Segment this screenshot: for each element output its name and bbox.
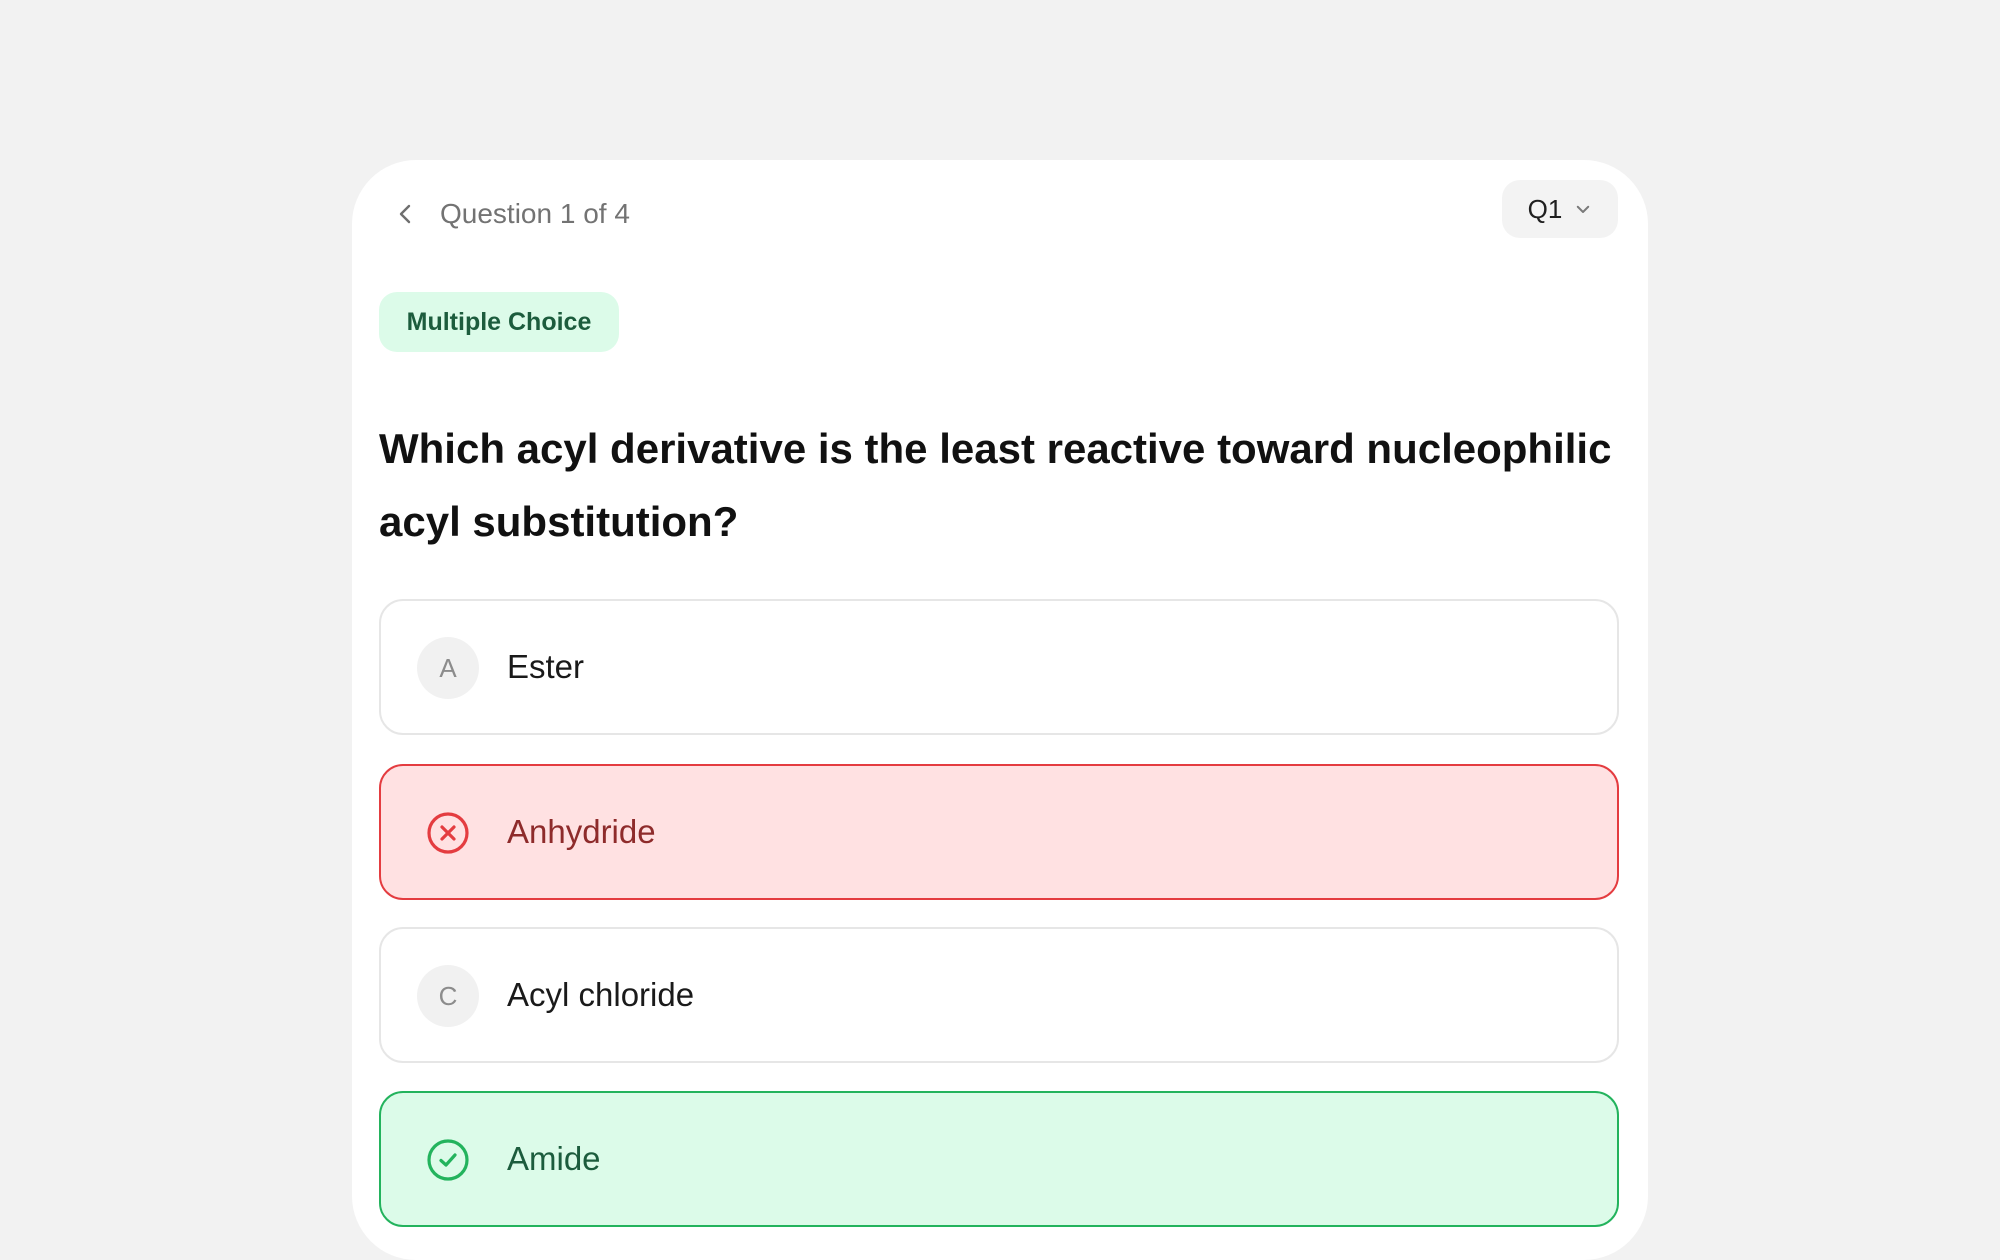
question-select-value: Q1: [1527, 193, 1563, 224]
option-d-correct[interactable]: Amide: [379, 1091, 1619, 1227]
x-circle-icon: [427, 812, 469, 854]
question-counter: Question 1 of 4: [440, 198, 630, 229]
option-label: Amide: [507, 1140, 601, 1177]
option-a[interactable]: A Ester: [379, 599, 1619, 735]
check-circle-icon: [427, 1139, 469, 1181]
option-label: Acyl chloride: [507, 976, 695, 1013]
option-letter-badge: A: [417, 637, 479, 699]
option-b-incorrect[interactable]: Anhydride: [379, 764, 1619, 900]
question-select-dropdown[interactable]: Q1: [1502, 180, 1618, 238]
back-button[interactable]: [380, 188, 432, 240]
option-label: Ester: [507, 648, 585, 685]
chevron-down-icon: [1577, 205, 1590, 213]
question-text: Which acyl derivative is the least react…: [379, 425, 1612, 545]
option-status-marker: [417, 802, 479, 864]
option-status-marker: [417, 1129, 479, 1191]
option-letter-badge: C: [417, 965, 479, 1027]
option-label: Anhydride: [507, 813, 656, 850]
question-header: Question 1 of 4 Q1: [352, 160, 1648, 260]
question-card: Question 1 of 4 Q1 Multiple Choice Which…: [352, 160, 1648, 1260]
question-type-badge: Multiple Choice: [379, 292, 619, 352]
chevron-left-icon: [399, 204, 411, 224]
option-c[interactable]: C Acyl chloride: [379, 927, 1619, 1063]
